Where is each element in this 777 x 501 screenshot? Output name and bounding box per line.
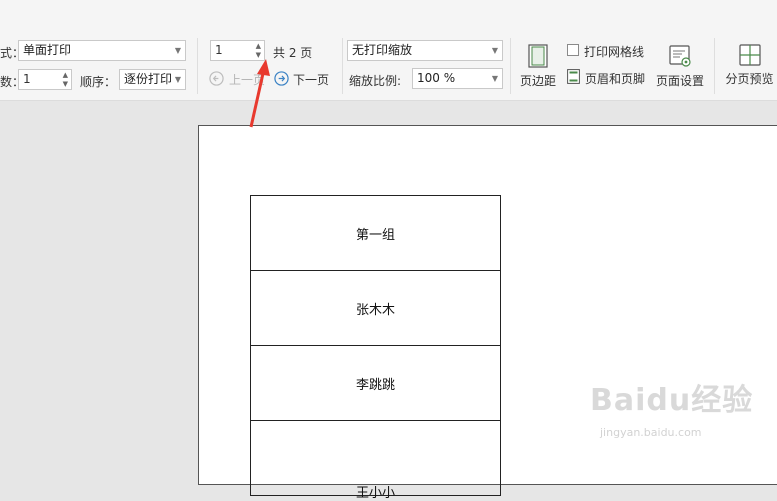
table-row: 王小小 [250, 421, 501, 501]
table-cell: 李跳跳 [355, 377, 395, 393]
header-footer-icon [567, 69, 580, 84]
watermark-logo: Baidu经验 [590, 383, 754, 418]
scale-label: 缩放比例: [349, 74, 402, 88]
annotation-arrow-icon [249, 59, 270, 128]
chevron-down-icon: ▼ [174, 75, 181, 84]
preview-table: 第一组 张木木 李跳跳 王小小 [250, 195, 501, 501]
next-page-button[interactable]: 下一页 [274, 70, 334, 88]
page-number-value: 1 [215, 43, 223, 57]
table-row: 第一组 [250, 195, 501, 271]
table-cell: 王小小 [355, 486, 395, 501]
divider [342, 38, 343, 94]
stepper-down-icon[interactable]: ▼ [63, 80, 68, 88]
header-footer-button[interactable]: 页眉和页脚 [567, 69, 651, 87]
watermark-url: jingyan.baidu.com [600, 426, 702, 439]
table-cell: 张木木 [355, 302, 395, 318]
divider [197, 38, 198, 94]
page-break-preview-label: 分页预览 [725, 72, 774, 86]
table-row: 张木木 [250, 271, 501, 346]
page-break-preview-button[interactable]: 分页预览 [722, 44, 777, 87]
print-gridlines-label: 打印网格线 [584, 45, 645, 59]
chevron-down-icon: ▼ [491, 74, 498, 83]
chevron-down-icon: ▼ [491, 46, 498, 55]
table-cell: 第一组 [355, 227, 395, 243]
stepper-up-icon[interactable]: ▲ [256, 42, 261, 50]
page-setup-button[interactable]: 页面设置 [655, 44, 705, 89]
print-preview-toolbar: 式： 单面打印 ▼ 数： 1 ▲ ▼ 顺序： 逐份打印 ▼ 1 ▲ ▼ 共 2 … [0, 0, 777, 101]
checkbox-box[interactable] [567, 44, 579, 56]
table-row: 李跳跳 [250, 346, 501, 421]
header-footer-label: 页眉和页脚 [585, 72, 646, 86]
page-setup-label: 页面设置 [655, 74, 704, 88]
copies-stepper[interactable]: 1 ▲ ▼ [18, 69, 72, 90]
copies-value: 1 [23, 72, 31, 86]
scale-value: 100 % [417, 71, 456, 85]
print-gridlines-checkbox[interactable]: 打印网格线 [567, 43, 657, 59]
page-setup-icon [669, 45, 691, 67]
stepper-up-icon[interactable]: ▲ [63, 71, 68, 79]
print-mode-value: 单面打印 [23, 43, 72, 57]
print-mode-select[interactable]: 单面打印 ▼ [18, 40, 186, 61]
next-page-label: 下一页 [293, 73, 330, 87]
margins-icon [528, 44, 548, 68]
scaling-mode-value: 无打印缩放 [352, 43, 413, 57]
chevron-down-icon: ▼ [174, 46, 181, 55]
page-break-preview-icon [738, 44, 761, 66]
scaling-mode-select[interactable]: 无打印缩放 ▼ [347, 40, 503, 61]
divider [714, 38, 715, 94]
divider [510, 38, 511, 94]
margins-label: 页边距 [519, 74, 556, 88]
order-value: 逐份打印 [124, 72, 173, 86]
order-label: 顺序： [80, 75, 117, 89]
margins-button[interactable]: 页边距 [517, 44, 559, 89]
order-select[interactable]: 逐份打印 ▼ [119, 69, 186, 90]
scale-select[interactable]: 100 % ▼ [412, 68, 503, 89]
arrow-left-circle-icon [209, 71, 224, 86]
